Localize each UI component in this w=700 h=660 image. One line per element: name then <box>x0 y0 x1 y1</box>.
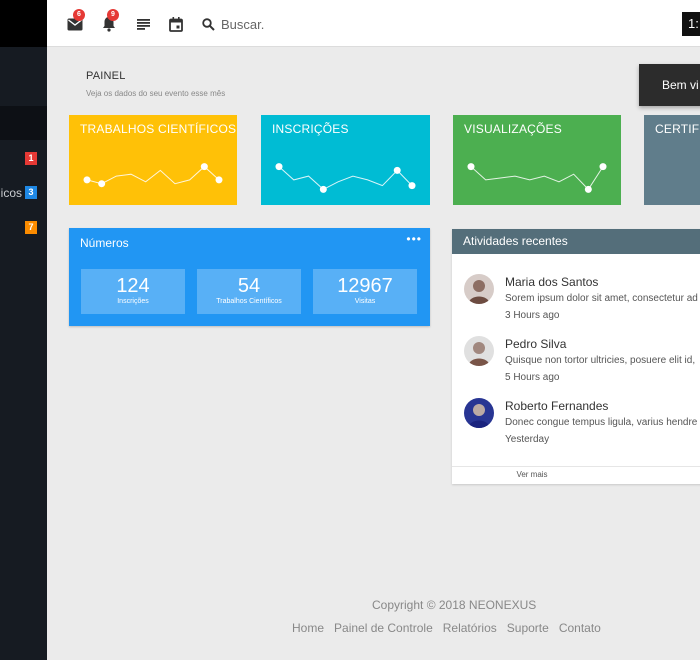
search-bar[interactable] <box>202 13 402 35</box>
sidebar-item-3[interactable]: 7 <box>0 219 47 239</box>
sidebar: 1 icos 3 7 <box>0 0 47 660</box>
welcome-banner: Bem vi <box>639 64 700 106</box>
sparkline-point <box>584 185 592 193</box>
avatar <box>464 398 494 428</box>
footer-link-home[interactable]: Home <box>292 621 324 635</box>
sparkline-point <box>319 185 327 193</box>
footer-link-contact[interactable]: Contato <box>559 621 601 635</box>
sparkline-point <box>200 163 208 171</box>
footer-link-support[interactable]: Suporte <box>507 621 549 635</box>
sidebar-item-label: icos <box>0 186 22 200</box>
notifications-button[interactable]: 9 <box>99 9 119 34</box>
sparkline-point <box>275 163 283 171</box>
see-more-link[interactable]: Ver mais <box>452 466 700 479</box>
sparkline-line <box>278 166 413 191</box>
calendar-button[interactable] <box>166 14 186 34</box>
list-icon <box>136 18 150 30</box>
activity-time: 5 Hours ago <box>505 372 560 383</box>
activity-user-name: Maria dos Santos <box>505 275 599 289</box>
sidebar-logo-area <box>0 0 47 47</box>
stat-card-title: INSCRIÇÕES <box>272 122 349 136</box>
number-box-trabalhos: 54 Trabalhos Científicos <box>197 269 301 314</box>
activity-user-name: Roberto Fernandes <box>505 399 609 413</box>
page-subtitle: Veja os dados do seu evento esse mês <box>86 89 226 98</box>
sidebar-badge: 7 <box>25 221 37 234</box>
sparkline-point <box>83 176 91 184</box>
activity-item[interactable]: Pedro Silva Quisque non tortor ultricies… <box>452 336 700 394</box>
activity-item[interactable]: Roberto Fernandes Donec congue tempus li… <box>452 398 700 456</box>
footer-links: Home Painel de Controle Relatórios Supor… <box>292 621 601 635</box>
search-icon <box>202 17 215 31</box>
sparkline-chart <box>467 163 607 193</box>
recent-activities-panel: Atividades recentes Maria dos Santos Sor… <box>452 229 700 484</box>
number-value: 12967 <box>337 275 393 297</box>
activity-message: Quisque non tortor ultricies, posuere el… <box>505 355 696 366</box>
stat-card-inscricoes[interactable]: INSCRIÇÕES <box>261 115 430 205</box>
sparkline-point <box>98 180 106 188</box>
sparkline-line <box>86 165 220 185</box>
stat-card-title: TRABALHOS CIENTÍFICOS <box>80 122 237 136</box>
sparkline-point <box>467 163 475 171</box>
notifications-badge: 9 <box>107 9 119 21</box>
footer-link-dashboard[interactable]: Painel de Controle <box>334 621 433 635</box>
number-value: 54 <box>237 275 261 297</box>
sparkline-point <box>215 176 223 184</box>
activity-item[interactable]: Maria dos Santos Sorem ipsum dolor sit a… <box>452 274 700 332</box>
sidebar-active-band <box>0 106 47 140</box>
stat-card-title: VISUALIZAÇÕES <box>464 122 562 136</box>
footer-link-reports[interactable]: Relatórios <box>443 621 497 635</box>
footer-copyright: Copyright © 2018 NEONEXUS <box>372 598 537 612</box>
page-title: PAINEL <box>86 70 126 82</box>
more-options-icon[interactable]: ••• <box>406 232 422 246</box>
mail-badge: 6 <box>73 9 85 21</box>
sparkline-chart <box>275 163 416 193</box>
sparkline-point <box>599 163 607 171</box>
numbers-panel: Números ••• 124 Inscrições 54 Trabalhos … <box>69 228 430 326</box>
clock-chip: 1: <box>682 12 700 36</box>
sidebar-item-1[interactable]: 1 <box>0 150 47 170</box>
sparkline-line <box>470 166 604 191</box>
numbers-panel-title: Números <box>80 236 129 250</box>
number-box-inscricoes: 124 Inscrições <box>81 269 185 314</box>
stat-card-visualizacoes[interactable]: VISUALIZAÇÕES <box>453 115 621 205</box>
sidebar-badge: 3 <box>25 186 37 199</box>
mail-button[interactable]: 6 <box>65 9 85 34</box>
activity-message: Donec congue tempus ligula, varius hendr… <box>505 417 698 428</box>
number-box-visitas: 12967 Visitas <box>313 269 417 314</box>
stat-card-certificados[interactable]: CERTIFI <box>644 115 700 205</box>
sidebar-badge: 1 <box>25 152 37 165</box>
sparkline-point <box>408 182 416 190</box>
number-label: Trabalhos Científicos <box>216 298 282 305</box>
topbar: 6 9 1: <box>47 0 700 47</box>
sparkline-chart <box>83 163 223 188</box>
avatar <box>464 336 494 366</box>
activity-message: Sorem ipsum dolor sit amet, consectetur … <box>505 293 698 304</box>
calendar-icon <box>169 16 183 32</box>
activity-time: 3 Hours ago <box>505 310 560 321</box>
avatar <box>464 274 494 304</box>
number-label: Inscrições <box>117 298 149 305</box>
activity-user-name: Pedro Silva <box>505 337 567 351</box>
activities-title: Atividades recentes <box>452 229 700 254</box>
sparkline-point <box>393 166 401 174</box>
search-input[interactable] <box>221 16 381 32</box>
activity-time: Yesterday <box>505 434 550 445</box>
number-label: Visitas <box>354 298 376 305</box>
number-value: 124 <box>116 275 150 297</box>
stat-card-trabalhos[interactable]: TRABALHOS CIENTÍFICOS <box>69 115 237 205</box>
stat-card-title: CERTIFI <box>655 122 700 136</box>
sidebar-item-2[interactable]: icos 3 <box>0 184 47 204</box>
list-button[interactable] <box>133 14 153 34</box>
